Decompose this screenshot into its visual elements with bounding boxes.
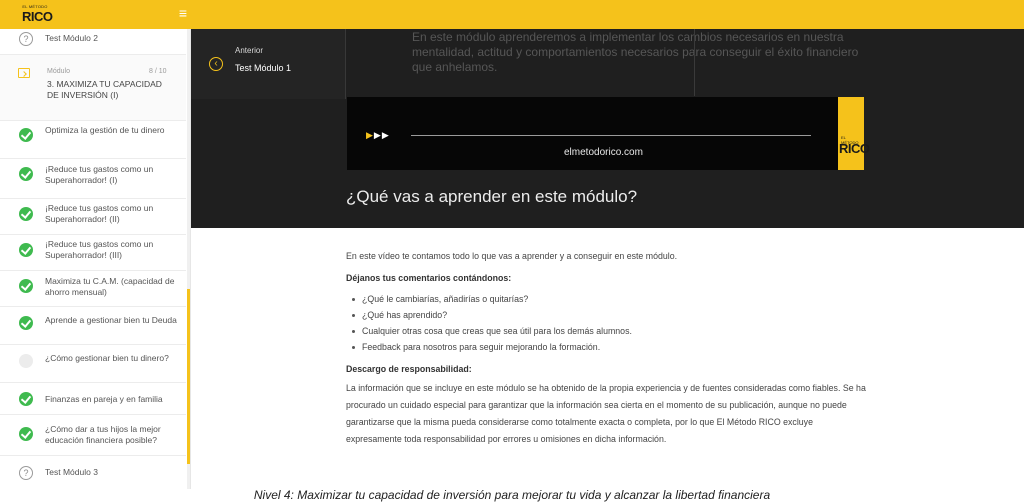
sidebar-item-label: ¡Reduce tus gastos como un Superahorrado… — [45, 239, 154, 260]
play-arrows-icon[interactable]: ▶▶▶ — [366, 130, 390, 141]
sidebar-item-label: ¿Cómo gestionar bien tu dinero? — [45, 353, 169, 363]
module-progress-count: 8 / 10 — [149, 68, 167, 75]
comments-heading: Déjanos tus comentarios contándonos: — [346, 273, 512, 283]
sidebar-item-lesson[interactable]: Finanzas en pareja y en familia — [0, 383, 186, 415]
comments-list: ¿Qué le cambiarías, añadirías o quitaría… — [346, 291, 866, 355]
video-player[interactable]: ▶▶▶ elmetodorico.com EL MÉTODO RICO — [347, 97, 870, 170]
check-circle-icon — [19, 392, 33, 406]
check-circle-icon — [19, 243, 33, 257]
video-logo-badge: EL MÉTODO RICO — [838, 97, 870, 170]
sidebar-item-lesson[interactable]: ¡Reduce tus gastos como un Superahorrado… — [0, 159, 186, 199]
sidebar-item-lesson[interactable]: Maximiza tu C.A.M. (capacidad de ahorro … — [0, 271, 186, 307]
check-circle-icon — [19, 128, 33, 142]
lesson-description: En este vídeo te contamos todo lo que va… — [346, 248, 866, 448]
check-circle-icon — [19, 279, 33, 293]
sidebar-item-label: ¡Reduce tus gastos como un Superahorrado… — [45, 203, 154, 224]
disclaimer-body: La información que se incluye en este mó… — [346, 383, 866, 444]
hamburger-icon[interactable]: ≡ — [176, 6, 190, 20]
sidebar-item-label: Finanzas en pareja y en familia — [45, 394, 163, 404]
sidebar-item-label: Optimiza la gestión de tu dinero — [45, 125, 165, 135]
sidebar-module-header[interactable]: Módulo 8 / 10 3. MAXIMIZA TU CAPACIDAD D… — [0, 55, 186, 121]
sidebar-scroll-thumb[interactable] — [187, 289, 190, 464]
logo-line-2: RICO — [22, 9, 53, 24]
top-bar: EL MÉTODO RICO ≡ — [0, 0, 1024, 29]
footer-caption: Nivel 4: Maximizar tu capacidad de inver… — [253, 488, 771, 502]
previous-label: Anterior — [235, 46, 264, 55]
video-overlay-text: En este módulo aprenderemos a implementa… — [412, 30, 859, 74]
check-circle-icon — [19, 167, 33, 181]
video-domain: elmetodorico.com — [564, 147, 643, 158]
sidebar-item-label: Maximiza tu C.A.M. (capacidad de ahorro … — [45, 276, 175, 297]
module-title: 3. MAXIMIZA TU CAPACIDAD DE INVERSIÓN (I… — [47, 79, 162, 100]
check-circle-icon — [19, 207, 33, 221]
sidebar-item-lesson[interactable]: ¿Cómo dar a tus hijos la mejor educación… — [0, 415, 186, 456]
previous-title: Test Módulo 1 — [235, 63, 292, 73]
sidebar-item-label: Test Módulo 2 — [45, 33, 98, 43]
sidebar-item-lesson[interactable]: Aprende a gestionar bien tu Deuda — [0, 307, 186, 345]
folder-icon — [18, 68, 30, 78]
sidebar-item-lesson[interactable]: Optimiza la gestión de tu dinero — [0, 121, 186, 159]
section-title: ¿Qué vas a aprender en este módulo? — [346, 187, 638, 206]
badge-line-2: RICO — [839, 141, 870, 156]
sidebar-item-label: Test Módulo 3 — [45, 467, 98, 477]
empty-circle-icon — [19, 354, 33, 368]
module-tag: Módulo — [47, 68, 70, 75]
intro-text: En este vídeo te contamos todo lo que va… — [346, 251, 678, 261]
video-divider — [694, 29, 695, 96]
lesson-sidebar: ? Test Módulo 2 Módulo 8 / 10 3. MAXIMIZ… — [0, 29, 191, 489]
sidebar-item-lesson[interactable]: ¿Cómo gestionar bien tu dinero? — [0, 345, 186, 383]
sidebar-item-lesson[interactable]: ¡Reduce tus gastos como un Superahorrado… — [0, 199, 186, 235]
check-circle-icon — [19, 316, 33, 330]
sidebar-item-label: ¿Cómo dar a tus hijos la mejor educación… — [45, 424, 161, 445]
brand-logo[interactable]: EL MÉTODO RICO — [22, 4, 53, 26]
list-item: ¿Qué has aprendido? — [346, 307, 866, 323]
sidebar-item-label: Aprende a gestionar bien tu Deuda — [45, 315, 177, 325]
sidebar-item-lesson[interactable]: ¡Reduce tus gastos como un Superahorrado… — [0, 235, 186, 271]
previous-lesson-link[interactable]: ‹ Anterior Test Módulo 1 — [191, 29, 346, 99]
list-item: Feedback para nosotros para seguir mejor… — [346, 339, 866, 355]
video-progress-track[interactable] — [411, 135, 811, 136]
disclaimer-heading: Descargo de responsabilidad: — [346, 364, 472, 374]
chevron-left-icon: ‹ — [209, 57, 223, 71]
check-circle-icon — [19, 427, 33, 441]
list-item: ¿Qué le cambiarías, añadirías o quitaría… — [346, 291, 866, 307]
question-circle-icon: ? — [19, 32, 33, 46]
sidebar-item-label: ¡Reduce tus gastos como un Superahorrado… — [45, 164, 154, 185]
question-circle-icon: ? — [19, 466, 33, 480]
list-item: Cualquier otras cosa que creas que sea ú… — [346, 323, 866, 339]
sidebar-item-test-modulo-2[interactable]: ? Test Módulo 2 — [0, 29, 186, 55]
sidebar-item-test-modulo-3[interactable]: ? Test Módulo 3 — [0, 456, 186, 489]
